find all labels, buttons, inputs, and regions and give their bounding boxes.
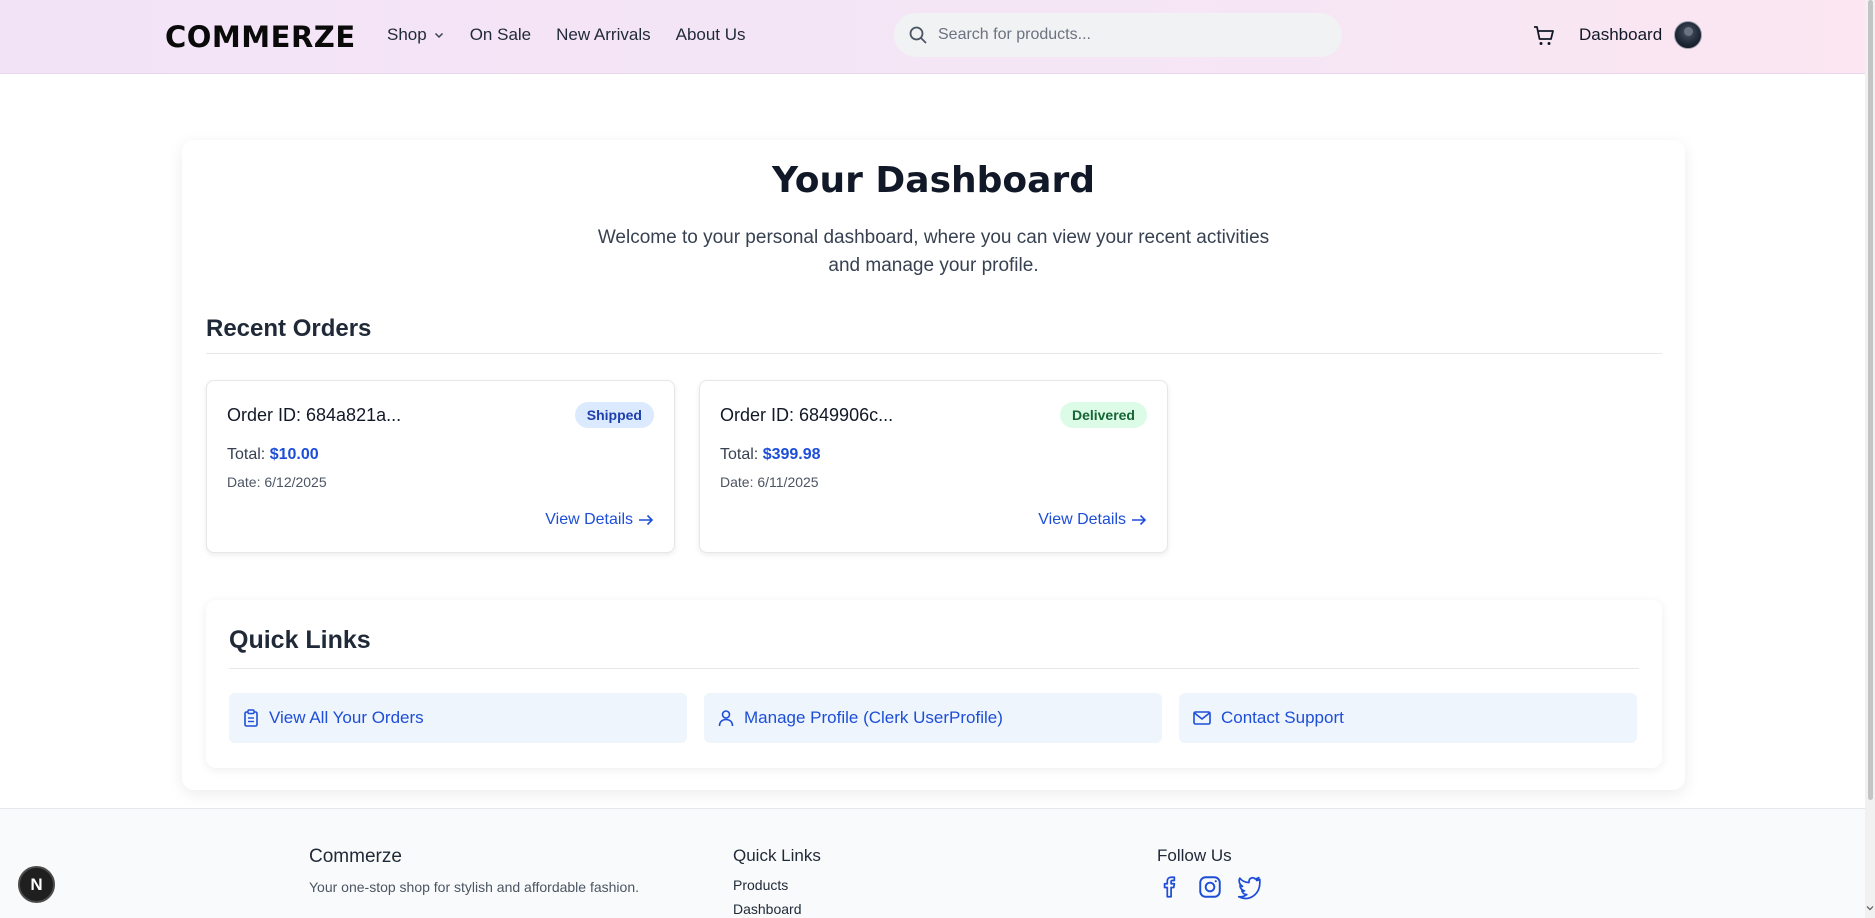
scroll-down-arrow-icon[interactable]	[1866, 904, 1874, 912]
quick-links-heading: Quick Links	[229, 626, 371, 654]
order-total-amount: $10.00	[269, 446, 319, 463]
order-id: Order ID: 684a821a...	[227, 405, 402, 425]
instagram-icon[interactable]	[1197, 874, 1223, 900]
view-all-orders-link[interactable]: View All Your Orders	[229, 693, 687, 743]
nextjs-dev-badge[interactable]: N	[18, 866, 55, 903]
footer-tagline: Your one-stop shop for stylish and affor…	[309, 879, 639, 895]
contact-support-link[interactable]: Contact Support	[1179, 693, 1637, 743]
status-badge: Delivered	[1059, 402, 1147, 428]
arrow-right-icon	[639, 514, 654, 526]
nav-about-us[interactable]: About Us	[676, 25, 746, 45]
nav-shop[interactable]: Shop	[387, 25, 445, 45]
footer-link-products[interactable]: Products	[733, 877, 788, 893]
nav-on-sale[interactable]: On Sale	[470, 25, 531, 45]
order-date: Date: 6/11/2025	[720, 474, 819, 490]
dashboard-link[interactable]: Dashboard	[1579, 25, 1662, 45]
order-total-label: Total:	[720, 446, 759, 463]
view-details-label: View Details	[1038, 511, 1126, 528]
order-card: Order ID: 6849906c... Delivered Total: $…	[699, 380, 1168, 553]
recent-orders-heading: Recent Orders	[206, 315, 372, 342]
page-title: Your Dashboard	[772, 160, 1095, 201]
order-total: Total: $399.98	[720, 446, 821, 464]
user-avatar[interactable]	[1674, 21, 1702, 49]
view-details-link[interactable]: View Details	[1038, 511, 1147, 529]
main-nav: Shop On Sale New Arrivals About Us	[387, 25, 746, 45]
user-icon	[718, 710, 734, 727]
footer-follow-heading: Follow Us	[1157, 846, 1232, 865]
top-navbar: COMMERZE Shop On Sale New Arrivals About…	[0, 0, 1865, 74]
cart-icon[interactable]	[1532, 24, 1556, 48]
chevron-down-icon	[434, 32, 443, 39]
search-input[interactable]	[938, 26, 1318, 44]
quick-link-label: View All Your Orders	[269, 708, 424, 727]
manage-profile-link[interactable]: Manage Profile (Clerk UserProfile)	[704, 693, 1162, 743]
page-subtitle: Welcome to your personal dashboard, wher…	[597, 227, 1270, 276]
search-bar	[894, 13, 1342, 57]
nav-new-arrivals[interactable]: New Arrivals	[556, 25, 650, 45]
twitter-icon[interactable]	[1236, 874, 1262, 900]
arrow-right-icon	[1132, 514, 1147, 526]
section-divider	[229, 668, 1639, 669]
nav-shop-label: Shop	[387, 25, 427, 44]
site-footer: Commerze Your one-stop shop for stylish …	[0, 808, 1865, 918]
quick-links-section: Quick Links View All Your Orders Manage …	[206, 600, 1662, 768]
order-date: Date: 6/12/2025	[227, 474, 327, 490]
view-details-label: View Details	[545, 511, 633, 528]
section-divider	[206, 353, 1662, 354]
order-id: Order ID: 6849906c...	[720, 405, 894, 425]
footer-quick-links-heading: Quick Links	[733, 846, 821, 865]
mail-icon	[1193, 711, 1211, 725]
footer-brand: Commerze	[309, 846, 402, 867]
view-details-link[interactable]: View Details	[545, 511, 654, 529]
order-total: Total: $10.00	[227, 446, 319, 464]
facebook-icon[interactable]	[1157, 874, 1183, 900]
order-total-label: Total:	[227, 446, 266, 463]
status-badge: Shipped	[574, 402, 654, 428]
order-card: Order ID: 684a821a... Shipped Total: $10…	[206, 380, 675, 553]
site-logo[interactable]: COMMERZE	[165, 20, 356, 54]
scrollbar-thumb[interactable]	[1868, 0, 1873, 800]
search-icon	[909, 26, 927, 44]
dashboard-panel: Your Dashboard Welcome to your personal …	[182, 140, 1685, 790]
footer-link-dashboard[interactable]: Dashboard	[733, 901, 802, 917]
clipboard-icon	[244, 709, 258, 727]
quick-link-label: Manage Profile (Clerk UserProfile)	[744, 708, 1003, 727]
quick-link-label: Contact Support	[1221, 708, 1344, 727]
order-total-amount: $399.98	[762, 446, 821, 463]
